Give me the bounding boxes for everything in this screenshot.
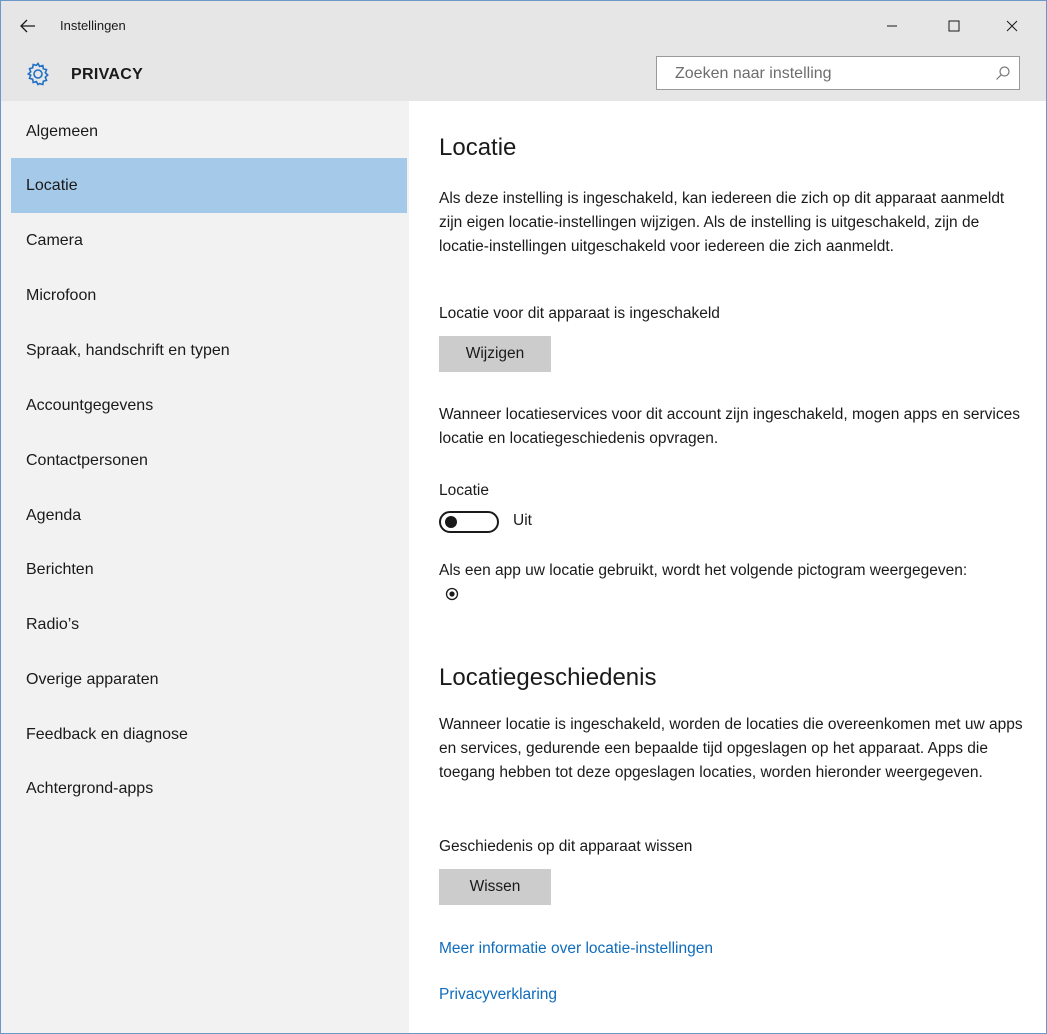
window-title: Instellingen	[60, 18, 126, 33]
minimize-button[interactable]	[877, 11, 907, 41]
sidebar-item-contactpersonen[interactable]: Contactpersonen	[11, 433, 407, 488]
location-history-description: Wanneer locatie is ingeschakeld, worden …	[439, 716, 1023, 781]
sidebar-item-label: Accountgegevens	[26, 396, 154, 414]
location-icon-note: Als een app uw locatie gebruikt, wordt h…	[439, 559, 979, 607]
sidebar: Algemeen Locatie Camera Microfoon Spraak…	[1, 101, 409, 1033]
sidebar-item-label: Locatie	[26, 176, 78, 194]
search-input[interactable]: Zoeken naar instelling	[656, 56, 1020, 90]
sidebar-item-berichten[interactable]: Berichten	[11, 542, 407, 597]
page-header: PRIVACY Zoeken naar instelling	[1, 53, 1046, 101]
sidebar-item-label: Camera	[26, 231, 83, 249]
sidebar-item-label: Feedback en diagnose	[26, 725, 188, 743]
search-placeholder: Zoeken naar instelling	[675, 65, 832, 82]
sidebar-item-microfoon[interactable]: Microfoon	[11, 268, 407, 323]
sidebar-item-label: Microfoon	[26, 286, 97, 304]
more-info-link[interactable]: Meer informatie over locatie-instellinge…	[439, 940, 713, 958]
close-button[interactable]	[997, 11, 1027, 41]
device-location-status: Locatie voor dit apparaat is ingeschakel…	[439, 305, 720, 322]
sidebar-item-label: Radio’s	[26, 615, 80, 633]
location-icon-note-text: Als een app uw locatie gebruikt, wordt h…	[439, 562, 968, 579]
sidebar-item-feedback[interactable]: Feedback en diagnose	[11, 707, 407, 762]
account-location-description: Wanneer locatieservices voor dit account…	[439, 406, 1020, 447]
sidebar-item-label: Overige apparaten	[26, 670, 159, 688]
minimize-icon	[887, 25, 897, 27]
section-title-locatie: Locatie	[439, 134, 517, 161]
clear-button[interactable]: Wissen	[439, 869, 551, 905]
sidebar-item-label: Contactpersonen	[26, 451, 148, 469]
sidebar-item-overige-apparaten[interactable]: Overige apparaten	[11, 652, 407, 707]
locatie-description: Als deze instelling is ingeschakeld, kan…	[439, 190, 1005, 255]
content-pane: Locatie Als deze instelling is ingeschak…	[409, 101, 1046, 1033]
privacy-statement-link[interactable]: Privacyverklaring	[439, 986, 557, 1004]
sidebar-item-locatie[interactable]: Locatie	[11, 158, 407, 213]
sidebar-item-label: Spraak, handschrift en typen	[26, 341, 230, 359]
sidebar-item-agenda[interactable]: Agenda	[11, 488, 407, 543]
sidebar-item-spraak[interactable]: Spraak, handschrift en typen	[11, 323, 407, 378]
sidebar-item-label: Berichten	[26, 560, 94, 578]
maximize-icon	[948, 20, 960, 32]
location-toggle-state: Uit	[513, 512, 532, 529]
page-title: PRIVACY	[71, 66, 144, 83]
maximize-button[interactable]	[939, 11, 969, 41]
sidebar-item-label: Agenda	[26, 506, 82, 524]
location-toggle[interactable]	[439, 511, 499, 533]
location-toggle-label: Locatie	[439, 482, 489, 499]
sidebar-item-camera[interactable]: Camera	[11, 213, 407, 268]
change-button[interactable]: Wijzigen	[439, 336, 551, 372]
settings-window: Instellingen PRIVACY Zoeken naar instell…	[0, 0, 1047, 1034]
search-icon[interactable]	[995, 65, 1011, 81]
title-bar: Instellingen	[1, 1, 1046, 53]
gear-icon	[26, 62, 49, 86]
sidebar-item-accountgegevens[interactable]: Accountgegevens	[11, 378, 407, 433]
close-icon	[1006, 20, 1018, 32]
toggle-knob	[445, 516, 457, 528]
sidebar-item-algemeen[interactable]: Algemeen	[11, 104, 407, 159]
back-arrow-icon	[20, 19, 35, 33]
sidebar-item-label: Algemeen	[26, 122, 99, 140]
back-button[interactable]	[17, 15, 39, 37]
sidebar-item-radios[interactable]: Radio’s	[11, 597, 407, 652]
sidebar-item-label: Achtergrond-apps	[26, 779, 154, 797]
section-title-locatiegeschiedenis: Locatiegeschiedenis	[439, 664, 657, 691]
clear-history-label: Geschiedenis op dit apparaat wissen	[439, 838, 693, 855]
location-in-use-icon	[445, 587, 459, 601]
sidebar-item-achtergrond-apps[interactable]: Achtergrond-apps	[11, 761, 407, 816]
